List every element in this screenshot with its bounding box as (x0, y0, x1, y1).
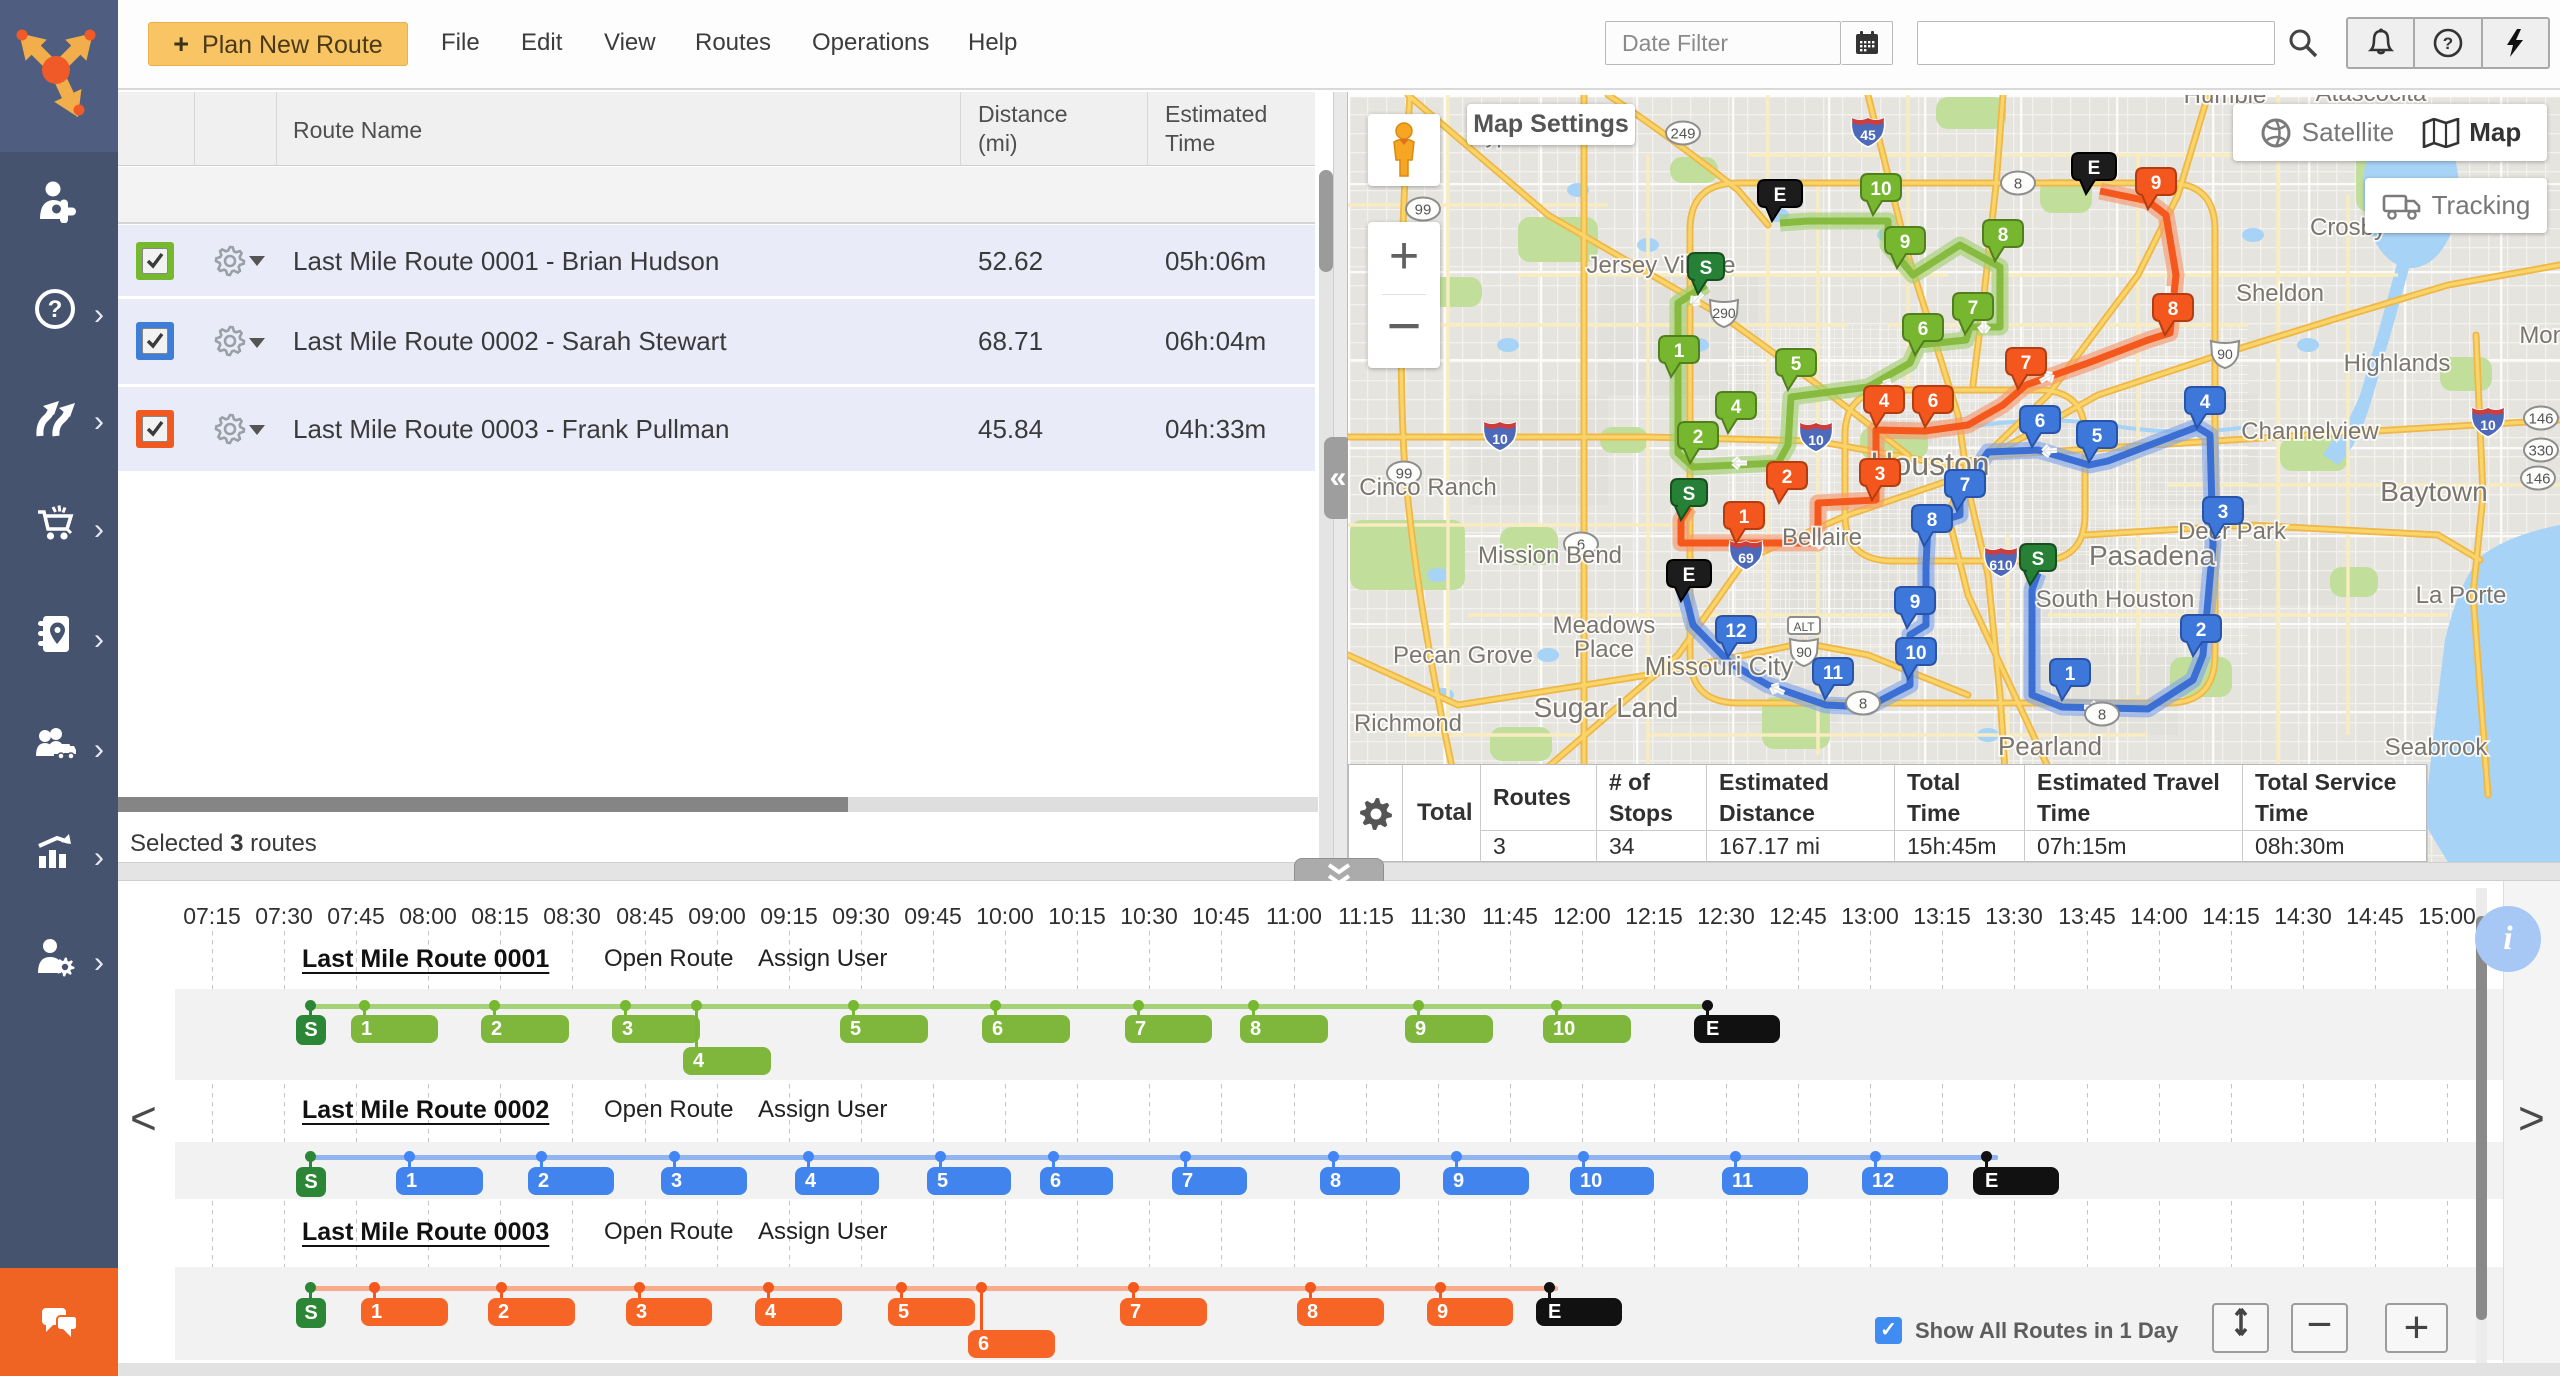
svg-text:8: 8 (1927, 510, 1938, 531)
svg-text:Place: Place (1574, 636, 1634, 663)
svg-text:?: ? (48, 296, 63, 323)
svg-text:8: 8 (1859, 696, 1867, 713)
svg-text:Channelview: Channelview (2241, 418, 2379, 445)
svg-text:Sugar Land: Sugar Land (1534, 692, 1679, 723)
svg-text:S: S (1700, 258, 1713, 279)
svg-text:90: 90 (2217, 346, 2233, 362)
svg-text:3: 3 (1875, 464, 1886, 485)
svg-text:2: 2 (2196, 620, 2207, 641)
svg-text:1: 1 (1674, 341, 1685, 362)
svg-text:7: 7 (2021, 353, 2032, 374)
svg-text:610: 610 (1989, 557, 2013, 573)
svg-text:Mission Bend: Mission Bend (1478, 542, 1622, 569)
svg-text:Meadows: Meadows (1553, 612, 1656, 639)
svg-text:9: 9 (1900, 232, 1911, 253)
svg-text:9: 9 (1910, 592, 1921, 613)
svg-text:5: 5 (1791, 354, 1802, 375)
svg-text:6: 6 (1918, 319, 1929, 340)
svg-text:290: 290 (1712, 305, 1736, 321)
svg-text:8: 8 (1998, 225, 2009, 246)
svg-text:11: 11 (1823, 663, 1844, 684)
svg-text:90: 90 (1796, 644, 1812, 660)
svg-text:10: 10 (1870, 179, 1891, 200)
svg-text:146: 146 (2525, 471, 2550, 488)
svg-text:Sheldon: Sheldon (2236, 280, 2324, 307)
svg-text:Pearland: Pearland (1998, 731, 2102, 761)
svg-text:Richmond: Richmond (1354, 710, 1462, 737)
svg-text:6: 6 (1928, 391, 1939, 412)
svg-text:South Houston: South Houston (2036, 586, 2195, 613)
svg-text:Pecan Grove: Pecan Grove (1393, 642, 1533, 669)
svg-text:6: 6 (2035, 411, 2046, 432)
svg-text:45: 45 (1860, 127, 1876, 143)
svg-text:Baytown: Baytown (2380, 476, 2487, 507)
svg-text:10: 10 (1808, 432, 1824, 448)
svg-text:8: 8 (2014, 176, 2022, 193)
svg-text:4: 4 (2200, 392, 2211, 413)
svg-text:3: 3 (2218, 502, 2229, 523)
svg-text:Highlands: Highlands (2344, 350, 2451, 377)
svg-text:9: 9 (2151, 173, 2162, 194)
svg-text:99: 99 (1415, 202, 1432, 219)
svg-text:E: E (1774, 185, 1787, 206)
svg-text:4: 4 (1731, 397, 1742, 418)
svg-text:Bellaire: Bellaire (1782, 524, 1862, 551)
svg-text:1: 1 (1739, 507, 1750, 528)
svg-text:12: 12 (1725, 621, 1746, 642)
svg-text:2: 2 (1693, 427, 1704, 448)
svg-text:E: E (2088, 158, 2101, 179)
svg-text:ALT: ALT (1793, 620, 1815, 634)
svg-text:S: S (2032, 549, 2045, 570)
svg-text:La Porte: La Porte (2416, 582, 2507, 609)
svg-text:7: 7 (1968, 298, 1979, 319)
svg-text:10: 10 (1492, 431, 1508, 447)
svg-text:8: 8 (2098, 707, 2106, 724)
svg-text:8: 8 (2168, 299, 2179, 320)
svg-text:1: 1 (2065, 664, 2076, 685)
svg-text:Seabrook: Seabrook (2385, 734, 2489, 761)
svg-text:Mont: Mont (2519, 322, 2560, 349)
svg-text:69: 69 (1738, 550, 1754, 566)
svg-text:7: 7 (1960, 475, 1971, 496)
svg-text:10: 10 (1905, 643, 1926, 664)
svg-text:4: 4 (1879, 391, 1890, 412)
svg-text:Cinco Ranch: Cinco Ranch (1359, 474, 1496, 501)
svg-text:330: 330 (2528, 443, 2553, 460)
svg-text:E: E (1683, 565, 1696, 586)
svg-text:2: 2 (1782, 467, 1793, 488)
svg-text:?: ? (2443, 34, 2453, 53)
svg-text:249: 249 (1670, 126, 1695, 143)
svg-text:S: S (1683, 484, 1696, 505)
svg-text:5: 5 (2092, 426, 2103, 447)
svg-text:10: 10 (2480, 417, 2496, 433)
svg-text:Missouri City: Missouri City (1645, 651, 1794, 681)
svg-text:146: 146 (2528, 411, 2553, 428)
